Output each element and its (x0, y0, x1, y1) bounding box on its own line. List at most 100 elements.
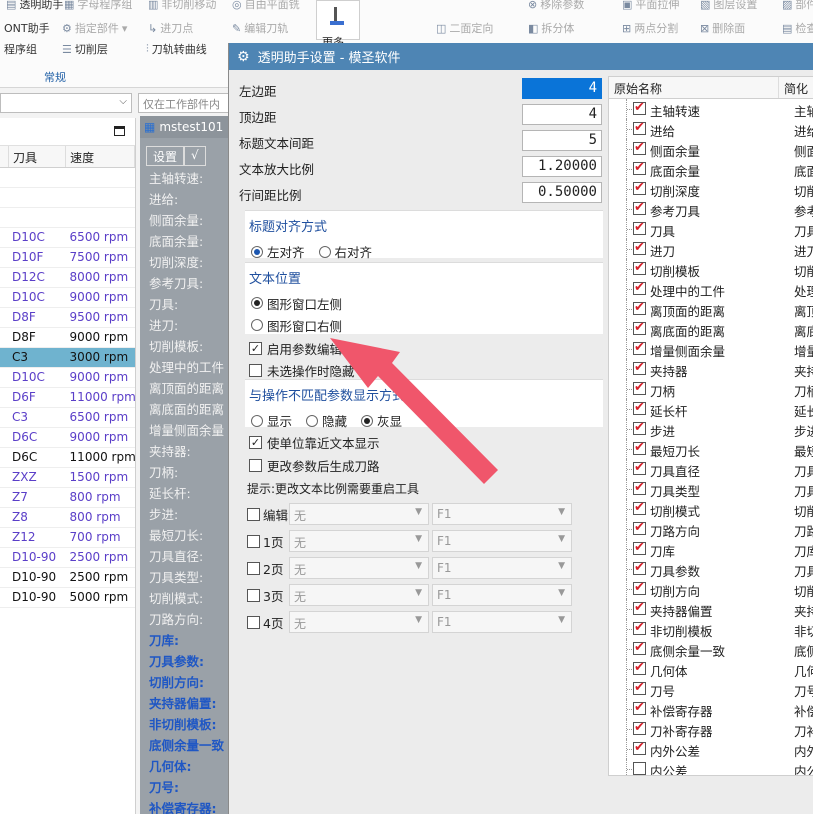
radio-window-right[interactable]: 图形窗口右侧 (251, 314, 597, 336)
enable-param-edit-checkbox[interactable]: ✓ 启用参数编辑 (249, 339, 342, 358)
page-checkbox[interactable] (247, 588, 260, 602)
list-item[interactable]: 最短刀长 最短 (609, 439, 813, 459)
scope-filter-combo[interactable]: 仅在工作部件内 (138, 93, 232, 113)
list-item[interactable]: 刀号 刀号 (609, 679, 813, 699)
page-combo-primary[interactable]: 无 ▼ (289, 611, 429, 633)
panel-title-bar[interactable]: ▦ mstest101 (140, 116, 230, 138)
item-checkbox[interactable] (633, 762, 646, 775)
table-row[interactable]: D6C 11000 rpm (0, 448, 135, 468)
ribbon-item-noncut-move[interactable]: ▥ 非切削移动 (148, 0, 216, 12)
list-item[interactable]: 参考刀具 参考 (609, 199, 813, 219)
item-checkbox[interactable] (633, 500, 646, 515)
field-input[interactable]: 1.20000 (522, 156, 602, 177)
table-row[interactable]: D10C 9000 rpm (0, 368, 135, 388)
item-checkbox[interactable] (633, 200, 646, 215)
ribbon-item-two-point-split[interactable]: ⊞ 两点分割 (622, 20, 678, 36)
radio-gray[interactable]: 灰显 (361, 411, 402, 430)
list-item[interactable]: 刀具 刀具 (609, 219, 813, 239)
radio-align-right[interactable]: 右对齐 (318, 242, 372, 261)
item-checkbox[interactable] (633, 160, 646, 175)
item-checkbox[interactable] (633, 540, 646, 555)
column-header-speed[interactable]: 速度 (66, 146, 135, 167)
item-checkbox[interactable] (633, 680, 646, 695)
item-checkbox[interactable] (633, 440, 646, 455)
page-checkbox[interactable] (247, 507, 260, 521)
tab-check[interactable]: √ (184, 146, 206, 166)
list-item[interactable]: 步进 步进 (609, 419, 813, 439)
list-item[interactable]: 刀补寄存器 刀补 (609, 719, 813, 739)
list-item[interactable]: 刀柄 刀柄 (609, 379, 813, 399)
list-item[interactable]: 补偿寄存器 补偿 (609, 699, 813, 719)
list-item[interactable]: 夹持器 夹持 (609, 359, 813, 379)
list-item[interactable]: 增量侧面余量 增量 (609, 339, 813, 359)
page-checkbox[interactable] (247, 561, 260, 575)
item-checkbox[interactable] (633, 600, 646, 615)
item-checkbox[interactable] (633, 420, 646, 435)
page-combo-hotkey[interactable]: F1 ▼ (432, 557, 572, 579)
param-line-editable[interactable]: 非切削模板: (140, 714, 230, 735)
type-filter-combo[interactable]: ⌵ (0, 93, 132, 113)
ribbon-item-cut-levels[interactable]: ☰ 切削层 (62, 41, 108, 57)
table-row-empty[interactable] (0, 188, 135, 208)
ribbon-item-plane-extrude[interactable]: ▣ 平面拉伸 (622, 0, 679, 12)
ribbon-item-program-group-letters[interactable]: ▦ 字母程序组 (64, 0, 132, 12)
item-checkbox[interactable] (633, 520, 646, 535)
list-item[interactable]: 内公差 内公 (609, 759, 813, 775)
page-combo-hotkey[interactable]: F1 ▼ (432, 530, 572, 552)
field-input[interactable]: 0.50000 (522, 182, 602, 203)
table-row[interactable]: D10-90 2500 rpm (0, 568, 135, 588)
param-line-editable[interactable]: 几何体: (140, 756, 230, 777)
item-checkbox[interactable] (633, 640, 646, 655)
item-checkbox[interactable] (633, 700, 646, 715)
dialog-title-bar[interactable]: ⚙ 透明助手设置 - 模圣软件 (229, 43, 813, 70)
pin-icon[interactable]: ▦ (144, 120, 155, 134)
table-row[interactable]: D8F 9000 rpm (0, 328, 135, 348)
table-row[interactable]: D10C 6500 rpm (0, 228, 135, 248)
table-row[interactable]: Z12 700 rpm (0, 528, 135, 548)
item-checkbox[interactable] (633, 260, 646, 275)
item-checkbox[interactable] (633, 120, 646, 135)
table-row[interactable]: D10-90 2500 rpm (0, 548, 135, 568)
item-checkbox[interactable] (633, 620, 646, 635)
list-item[interactable]: 切削方向 切削 (609, 579, 813, 599)
table-row[interactable]: D8F 9500 rpm (0, 308, 135, 328)
list-item[interactable]: 进刀 进刀 (609, 239, 813, 259)
page-combo-hotkey[interactable]: F1 ▼ (432, 584, 572, 606)
list-item[interactable]: 切削模板 切削 (609, 259, 813, 279)
page-combo-hotkey[interactable]: F1 ▼ (432, 611, 572, 633)
unit-near-text-checkbox[interactable]: ✓ 使单位靠近文本显示 (249, 433, 380, 452)
item-checkbox[interactable] (633, 560, 646, 575)
table-row[interactable]: D10F 7500 rpm (0, 248, 135, 268)
param-line-editable[interactable]: 补偿寄存器: (140, 798, 230, 814)
ribbon-item-font-helper[interactable]: ONT助手 (4, 20, 50, 36)
list-item[interactable]: 刀具直径 刀具 (609, 459, 813, 479)
column-header-short-name[interactable]: 简化 (779, 77, 813, 98)
ribbon-item-specify-part[interactable]: ⚙ 指定部件 ▾ (62, 20, 127, 36)
item-checkbox[interactable] (633, 140, 646, 155)
item-checkbox[interactable] (633, 220, 646, 235)
list-item[interactable]: 切削模式 切削 (609, 499, 813, 519)
list-item[interactable]: 内外公差 内外 (609, 739, 813, 759)
item-checkbox[interactable] (633, 660, 646, 675)
page-checkbox[interactable] (247, 615, 260, 629)
radio-window-left[interactable]: 图形窗口左侧 (251, 292, 597, 314)
item-checkbox[interactable] (633, 380, 646, 395)
table-row[interactable]: C3 6500 rpm (0, 408, 135, 428)
param-line-editable[interactable]: 切削方向: (140, 672, 230, 693)
item-checkbox[interactable] (633, 300, 646, 315)
list-item[interactable]: 夹持器偏置 夹持 (609, 599, 813, 619)
item-checkbox[interactable] (633, 480, 646, 495)
field-input[interactable]: 4 (522, 78, 602, 99)
table-row-empty[interactable] (0, 168, 135, 188)
ribbon-item-two-face-orient[interactable]: ◫ 二面定向 (436, 20, 493, 36)
table-row[interactable]: D12C 8000 rpm (0, 268, 135, 288)
item-checkbox[interactable] (633, 720, 646, 735)
maximize-icon[interactable] (114, 126, 125, 136)
param-line-editable[interactable]: 刀具参数: (140, 651, 230, 672)
list-item[interactable]: 刀具类型 刀具 (609, 479, 813, 499)
table-row[interactable]: Z7 800 rpm (0, 488, 135, 508)
table-row[interactable]: D6F 11000 rpm (0, 388, 135, 408)
page-combo-primary[interactable]: 无 ▼ (289, 584, 429, 606)
page-combo-primary[interactable]: 无 ▼ (289, 530, 429, 552)
ribbon-item-entry-point[interactable]: ↳ 进刀点 (148, 20, 193, 36)
